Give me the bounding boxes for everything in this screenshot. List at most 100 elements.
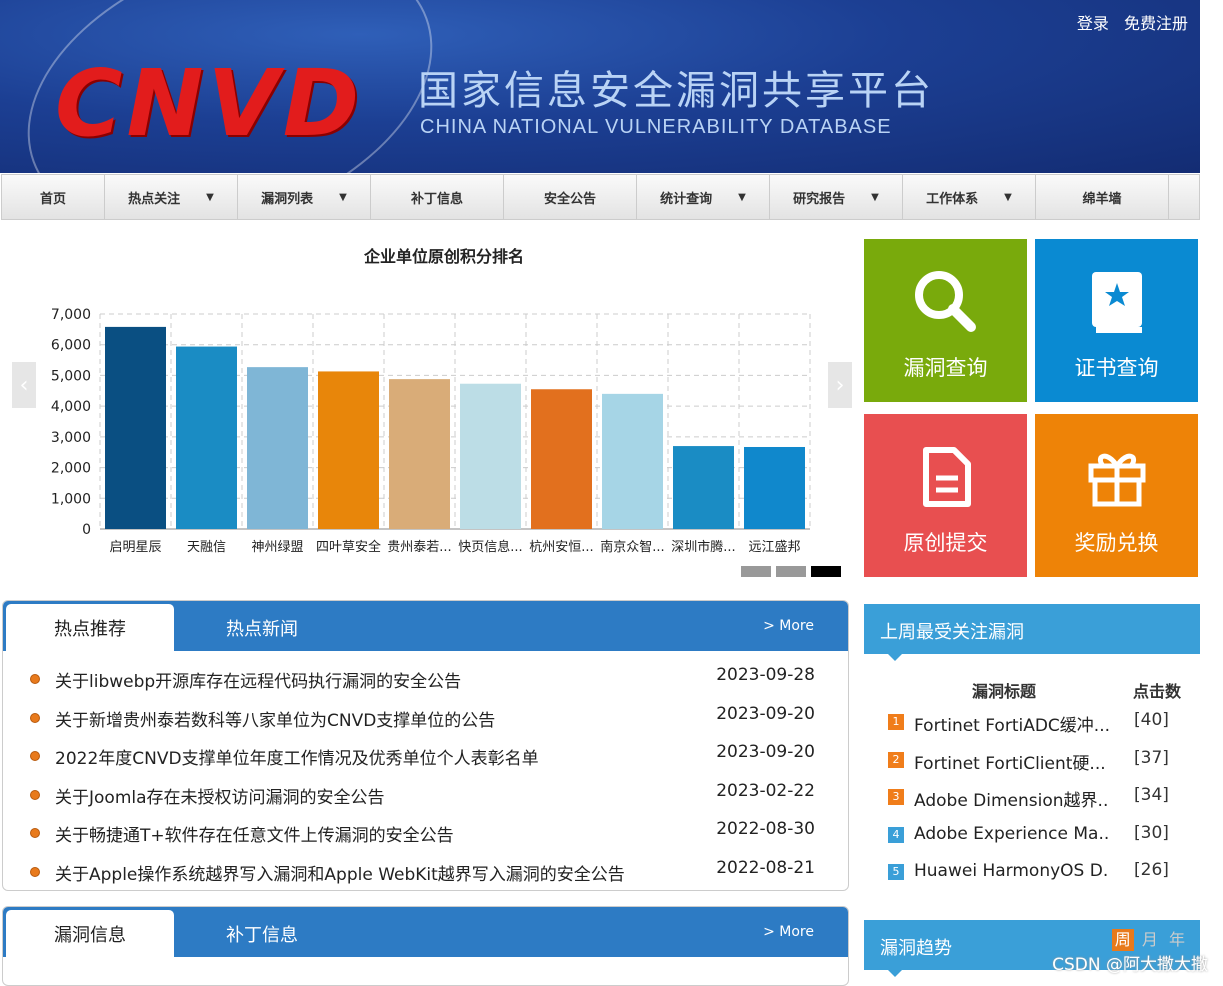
tile-original-submit[interactable]: 原创提交 (864, 414, 1027, 577)
y-tick-label: 3,000 (51, 430, 91, 446)
chart-bar[interactable] (744, 446, 805, 529)
chart-bar[interactable] (673, 446, 734, 529)
chevron-down-icon: ▼ (871, 191, 879, 203)
hot-vuln-row: 3 Adobe Dimension越界... [34] (864, 781, 1200, 819)
period-week[interactable]: 周 (1111, 929, 1134, 951)
gift-icon (1085, 442, 1149, 517)
hot-vuln-title[interactable]: Fortinet FortiADC缓冲... (914, 711, 1109, 736)
nav-item-3[interactable]: 补丁信息 (371, 175, 504, 219)
tile-vuln-search[interactable]: 漏洞查询 (864, 239, 1027, 402)
chart-next-button[interactable]: › (828, 362, 852, 408)
news-title[interactable]: 关于新增贵州泰若数科等八家单位为CNVD支撑单位的公告 (55, 706, 495, 731)
hot-vuln-title[interactable]: Huawei HarmonyOS D... (914, 861, 1109, 881)
header-notch (888, 654, 902, 661)
main-nav: 首页 热点关注 ▼ 漏洞列表 ▼ 补丁信息 安全公告 统计查询 ▼ 研究报告 ▼ 工作体系 ▼ 绵羊墙 (1, 174, 1200, 220)
rank-badge: 1 (888, 714, 904, 730)
nav-item-4[interactable]: 安全公告 (504, 175, 637, 219)
more-link[interactable]: > More (763, 618, 814, 634)
chart-bar[interactable] (460, 383, 521, 529)
hot-vuln-clicks: [30] (1134, 822, 1169, 843)
chart-bar[interactable] (247, 367, 308, 529)
hot-vuln-title[interactable]: Adobe Dimension越界... (914, 786, 1109, 811)
tab-vuln-info[interactable]: 漏洞信息 (6, 910, 174, 957)
period-year[interactable]: 年 (1166, 929, 1188, 951)
tile-certificate-search[interactable]: 证书查询 (1035, 239, 1198, 402)
news-title[interactable]: 关于畅捷通T+软件存在任意文件上传漏洞的安全公告 (55, 821, 454, 846)
panel-tab-bar: 热点推荐 热点新闻 > More (3, 601, 848, 651)
x-tick-label: 启明星辰 (109, 540, 161, 555)
x-tick-label: 远江盛邦 (748, 540, 800, 555)
tab-patch-info[interactable]: 补丁信息 (178, 910, 346, 957)
nav-item-7[interactable]: 工作体系 ▼ (903, 175, 1036, 219)
chart-bar[interactable] (389, 379, 450, 529)
tile-reward-exchange[interactable]: 奖励兑换 (1035, 414, 1198, 577)
hot-vuln-clicks: [26] (1134, 860, 1169, 880)
search-icon (911, 267, 981, 342)
watermark: CSDN @阿大撒大撒 (1052, 955, 1208, 975)
news-row: 关于畅捷通T+软件存在任意文件上传漏洞的安全公告 2022-08-30 (3, 819, 848, 858)
nav-item-6[interactable]: 研究报告 ▼ (770, 175, 903, 219)
nav-item-0[interactable]: 首页 (2, 175, 105, 219)
news-row: 关于libwebp开源库存在远程代码执行漏洞的安全公告 2023-09-28 (3, 665, 848, 704)
more-link[interactable]: > More (763, 924, 814, 940)
tile-label: 证书查询 (1074, 356, 1159, 380)
chart-bar[interactable] (105, 326, 166, 529)
site-header: CNVD 国家信息安全漏洞共享平台 CHINA NATIONAL VULNERA… (0, 0, 1200, 173)
nav-item-5[interactable]: 统计查询 ▼ (637, 175, 770, 219)
nav-item-label: 绵羊墙 (1082, 191, 1122, 207)
bullet-icon (30, 866, 40, 877)
col-header-title: 漏洞标题 (972, 682, 1037, 701)
x-tick-label: 快页信息... (458, 539, 522, 555)
bullet-icon (30, 712, 40, 723)
chevron-down-icon: ▼ (339, 191, 347, 203)
nav-item-8[interactable]: 绵羊墙 (1036, 175, 1169, 219)
chart-prev-button[interactable]: ‹ (12, 362, 36, 408)
bullet-icon (30, 789, 40, 800)
document-icon (916, 442, 976, 517)
chart-bar[interactable] (602, 393, 663, 529)
news-title[interactable]: 2022年度CNVD支撑单位年度工作情况及优秀单位个人表彰名单 (55, 744, 539, 769)
header-notch (888, 970, 902, 977)
period-month[interactable]: 月 (1139, 929, 1161, 951)
news-title[interactable]: 关于Apple操作系统越界写入漏洞和Apple WebKit越界写入漏洞的安全公… (55, 860, 625, 885)
chart-bar[interactable] (176, 346, 237, 529)
hot-news-panel: 热点推荐 热点新闻 > More 关于libwebp开源库存在远程代码执行漏洞的… (2, 600, 849, 891)
news-date: 2023-09-20 (716, 742, 815, 762)
chart-bar[interactable] (318, 371, 379, 529)
chart-pager-dot-3[interactable] (811, 566, 841, 577)
x-tick-label: 南京众智... (600, 539, 664, 555)
news-row: 关于Apple操作系统越界写入漏洞和Apple WebKit越界写入漏洞的安全公… (3, 857, 848, 891)
nav-item-label: 研究报告 (793, 191, 846, 207)
nav-item-2[interactable]: 漏洞列表 ▼ (238, 175, 371, 219)
nav-item-label: 工作体系 (926, 191, 979, 207)
x-tick-label: 天融信 (187, 540, 226, 555)
rank-badge: 4 (888, 826, 904, 843)
news-date: 2022-08-21 (716, 857, 815, 878)
hot-vulns-table-header: 漏洞标题 点击数 (864, 676, 1200, 706)
site-title-cn: 国家信息安全漏洞共享平台 (418, 68, 934, 114)
chart-pager-dot-2[interactable] (776, 566, 806, 577)
y-tick-label: 2,000 (51, 461, 91, 477)
register-link[interactable]: 免费注册 (1124, 14, 1188, 33)
news-date: 2023-02-22 (716, 780, 815, 801)
chevron-down-icon: ▼ (1004, 191, 1012, 203)
ranking-bar-chart: 0 1,000 2,000 3,000 4,000 5,000 6,000 7,000 启明星辰… (51, 307, 811, 555)
hot-vuln-title[interactable]: Fortinet FortiClient硬... (914, 749, 1109, 774)
hot-vuln-title[interactable]: Adobe Experience Ma... (914, 824, 1109, 844)
hot-vulns-title: 上周最受关注漏洞 (880, 622, 1024, 643)
news-title[interactable]: 关于libwebp开源库存在远程代码执行漏洞的安全公告 (55, 667, 461, 692)
cnvd-logo[interactable]: CNVD (55, 58, 363, 150)
tile-label: 原创提交 (903, 531, 988, 555)
login-link[interactable]: 登录 (1077, 14, 1109, 33)
nav-item-1[interactable]: 热点关注 ▼ (105, 175, 238, 219)
chart-pager-dot-1[interactable] (741, 566, 771, 577)
vuln-trend-title: 漏洞趋势 (880, 938, 952, 959)
tab-hot-recommend[interactable]: 热点推荐 (6, 604, 174, 651)
chart-bar[interactable] (531, 389, 592, 529)
x-tick-label: 神州绿盟 (251, 540, 303, 555)
hot-vulns-box: 上周最受关注漏洞 漏洞标题 点击数 1 Fortinet FortiADC缓冲..… (864, 604, 1200, 894)
tab-hot-news[interactable]: 热点新闻 (178, 604, 346, 651)
news-title[interactable]: 关于Joomla存在未授权访问漏洞的安全公告 (55, 783, 385, 808)
hot-vulns-rows: 1 Fortinet FortiADC缓冲... [40] 2 Fortinet For… (864, 706, 1200, 894)
bullet-icon (30, 828, 40, 838)
